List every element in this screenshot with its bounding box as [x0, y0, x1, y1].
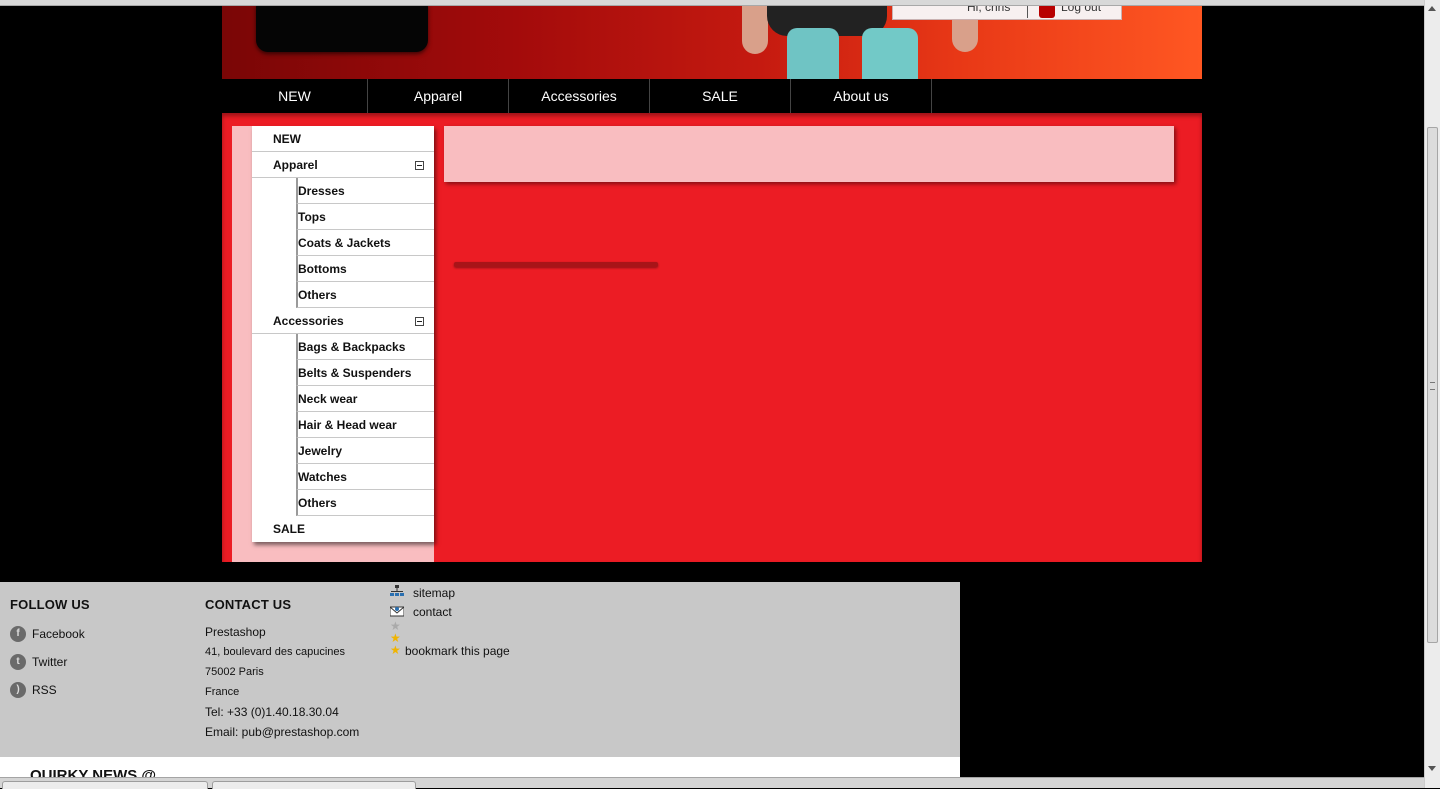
user-box-separator — [1027, 6, 1028, 18]
rss-label: RSS — [32, 683, 57, 697]
facebook-link[interactable]: f Facebook — [10, 625, 85, 643]
banner-model-hand-left — [742, 6, 768, 54]
collapse-toggle-icon[interactable] — [415, 317, 424, 326]
facebook-icon: f — [10, 626, 26, 642]
collapse-toggle-icon[interactable] — [415, 161, 424, 170]
contact-company: Prestashop — [205, 625, 266, 639]
sitemap-link[interactable]: sitemap — [390, 585, 455, 601]
contact-us-title: CONTACT US — [205, 597, 292, 612]
category-sale[interactable]: SALE — [252, 516, 434, 542]
contact-country: France — [205, 686, 240, 698]
user-greeting: Hi, chris — [967, 6, 1011, 14]
logout-icon[interactable] — [1039, 6, 1055, 18]
follow-us-title: FOLLOW US — [10, 597, 90, 612]
twitter-link[interactable]: t Twitter — [10, 653, 67, 671]
footer: FOLLOW US f Facebook t Twitter ) RSS CON… — [0, 582, 960, 757]
category-bags-backpacks[interactable]: Bags & Backpacks — [296, 334, 434, 360]
nav-item-new[interactable]: NEW — [222, 79, 368, 113]
scroll-down-arrow-icon[interactable] — [1428, 766, 1436, 771]
category-accessories[interactable]: Accessories — [252, 308, 434, 334]
category-neck-wear[interactable]: Neck wear — [296, 386, 434, 412]
rss-link[interactable]: ) RSS — [10, 681, 57, 699]
news-section: QUIRKY NEWS @ — [0, 757, 960, 777]
bookmark-label: bookmark this page — [405, 644, 510, 658]
logout-link[interactable]: Log out — [1061, 6, 1101, 14]
category-new[interactable]: NEW — [252, 126, 434, 152]
category-accessories-label: Accessories — [273, 314, 344, 328]
nav-item-sale[interactable]: SALE — [650, 79, 791, 113]
news-title: QUIRKY NEWS @ — [30, 767, 157, 777]
category-accessories-others[interactable]: Others — [296, 490, 434, 516]
category-hair-head-wear[interactable]: Hair & Head wear — [296, 412, 434, 438]
category-bottoms[interactable]: Bottoms — [296, 256, 434, 282]
main-content: NEW Apparel Dresses Tops Coats & Jackets… — [222, 113, 1202, 562]
shop-logo[interactable] — [256, 6, 428, 52]
main-nav: NEW Apparel Accessories SALE About us — [222, 79, 1202, 113]
content-divider — [454, 262, 658, 267]
header-banner: Hi, chris Log out — [222, 6, 1202, 79]
sitemap-label: sitemap — [413, 586, 456, 600]
sitemap-icon — [390, 585, 404, 596]
contact-link[interactable]: contact — [390, 604, 452, 620]
scrollbar-thumb[interactable] — [1427, 127, 1438, 643]
scroll-up-arrow-icon[interactable] — [1428, 6, 1436, 11]
nav-item-apparel[interactable]: Apparel — [368, 79, 509, 113]
category-belts-suspenders[interactable]: Belts & Suspenders — [296, 360, 434, 386]
user-info-box: Hi, chris Log out — [892, 6, 1122, 20]
envelope-icon — [390, 606, 404, 617]
facebook-label: Facebook — [32, 627, 85, 641]
nav-item-about-us[interactable]: About us — [791, 79, 932, 113]
scroll-grip-icon — [1430, 382, 1435, 390]
vertical-scrollbar[interactable] — [1424, 0, 1440, 788]
category-coats-jackets[interactable]: Coats & Jackets — [296, 230, 434, 256]
twitter-icon: t — [10, 654, 26, 670]
browser-tab-strip — [0, 777, 1424, 789]
category-dresses[interactable]: Dresses — [296, 178, 434, 204]
category-watches[interactable]: Watches — [296, 464, 434, 490]
category-apparel-others[interactable]: Others — [296, 282, 434, 308]
contact-label: contact — [413, 605, 452, 619]
banner-model-leg-left — [787, 28, 839, 79]
bookmark-link[interactable]: bookmark this page — [390, 643, 510, 659]
category-apparel[interactable]: Apparel — [252, 152, 434, 178]
contact-address-line1: 41, boulevard des capucines — [205, 646, 346, 658]
rss-icon: ) — [10, 682, 26, 698]
contact-email[interactable]: Email: pub@prestashop.com — [205, 725, 359, 739]
category-tree: NEW Apparel Dresses Tops Coats & Jackets… — [252, 126, 434, 542]
content-box — [444, 126, 1174, 182]
contact-address-line2: 75002 Paris — [205, 666, 264, 678]
category-jewelry[interactable]: Jewelry — [296, 438, 434, 464]
twitter-label: Twitter — [32, 655, 68, 669]
category-tops[interactable]: Tops — [296, 204, 434, 230]
category-apparel-label: Apparel — [273, 158, 318, 172]
nav-item-accessories[interactable]: Accessories — [509, 79, 650, 113]
banner-model-leg-right — [862, 28, 918, 79]
contact-tel: Tel: +33 (0)1.40.18.30.04 — [205, 705, 339, 719]
